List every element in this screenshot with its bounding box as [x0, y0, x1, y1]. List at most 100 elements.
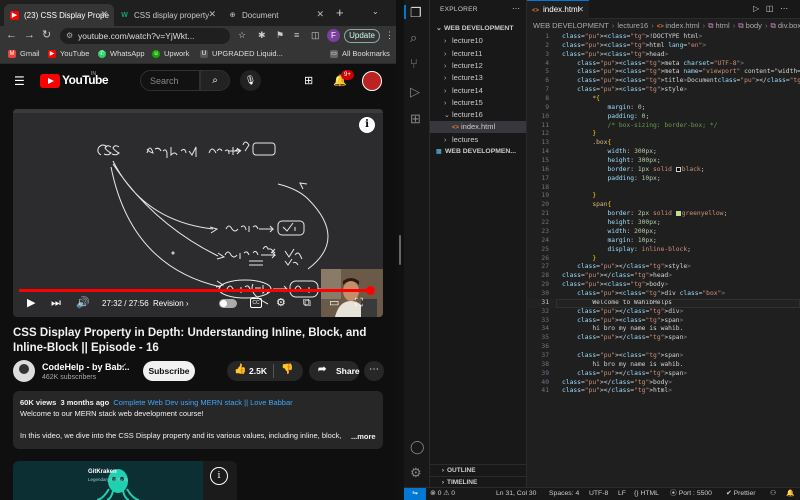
chevron-down-icon[interactable]: ⌄: [372, 7, 379, 16]
code-line[interactable]: 19 }: [527, 192, 800, 201]
cursor-position[interactable]: Ln 31, Col 30: [496, 488, 536, 500]
code-line[interactable]: 3 class="pu"><class="tg">head>: [527, 51, 800, 60]
search-input[interactable]: Search: [140, 70, 200, 91]
color-swatch[interactable]: [675, 166, 681, 172]
address-bar[interactable]: ⚙ youtube.com/watch?v=YjWkt...: [60, 28, 230, 44]
code-line[interactable]: 20 span{: [527, 201, 800, 210]
more-icon[interactable]: ⋯: [780, 4, 788, 13]
code-line[interactable]: 14 width: 300px;: [527, 148, 800, 157]
encoding[interactable]: UTF-8: [589, 488, 608, 500]
code-line[interactable]: 12 }: [527, 130, 800, 139]
extensions-icon[interactable]: ⊞: [410, 112, 421, 126]
reload-icon[interactable]: ↻: [42, 29, 51, 42]
menu-icon[interactable]: ☰: [14, 74, 25, 88]
chapter-title[interactable]: Revision ›: [153, 299, 189, 308]
tree-item[interactable]: › lectures: [430, 134, 526, 146]
extension-icon[interactable]: ⚑: [276, 30, 284, 41]
volume-icon[interactable]: 🔊: [76, 296, 90, 310]
code-line[interactable]: 29 class="pu"><class="tg">body>: [527, 281, 800, 290]
code-line[interactable]: 27 class="pu"></class="tg">style>: [527, 263, 800, 272]
miniplayer-icon[interactable]: ⧉: [303, 296, 311, 310]
code-line[interactable]: 7 class="pu"><class="tg">style>: [527, 86, 800, 95]
close-tab-icon[interactable]: ✕: [316, 9, 324, 20]
tree-item[interactable]: ▦ WEB DEVELOPMEN...: [430, 146, 526, 158]
code-line[interactable]: 2 class="pu"><class="tg">html lang="en">: [527, 42, 800, 51]
code-line[interactable]: 16 border: 1px solid black;: [527, 166, 800, 175]
account-icon[interactable]: ◯: [410, 440, 425, 454]
close-tab-icon[interactable]: ✕: [100, 9, 108, 20]
tree-item[interactable]: › lecture11: [430, 48, 526, 60]
autoplay-toggle[interactable]: [219, 299, 237, 308]
youtube-wordmark[interactable]: YouTube: [62, 73, 109, 87]
gear-icon[interactable]: ⚙: [410, 466, 422, 480]
close-tab-icon[interactable]: ✕: [208, 9, 216, 20]
code-line[interactable]: 25 display: inline-block;: [527, 246, 800, 255]
code-line[interactable]: 23 width: 200px;: [527, 228, 800, 237]
thumbs-up-icon[interactable]: 👍: [234, 364, 246, 375]
code-line[interactable]: 34 hi bro my name is wahib.: [527, 325, 800, 334]
description-box[interactable]: 60K views 3 months ago Complete Web Dev …: [13, 391, 383, 449]
youtube-logo-icon[interactable]: [40, 74, 60, 88]
breadcrumb-item[interactable]: div.box: [778, 21, 800, 30]
prettier[interactable]: ✔ Prettier: [726, 488, 756, 500]
run-icon[interactable]: ▷: [753, 4, 759, 13]
code-line[interactable]: 33 class="pu"><class="tg">span>: [527, 317, 800, 326]
tree-item[interactable]: ⌄ lecture16: [430, 109, 526, 121]
code-line[interactable]: 26 }: [527, 255, 800, 264]
tree-item[interactable]: › lecture13: [430, 72, 526, 84]
like-count[interactable]: 2.5K: [249, 366, 267, 376]
copilot-icon[interactable]: ⚇: [770, 488, 776, 500]
extensions-icon[interactable]: ✱: [258, 30, 266, 41]
close-icon[interactable]: ✕: [577, 1, 584, 19]
tab-w3schools[interactable]: W CSS display property ✕: [114, 4, 222, 26]
create-icon[interactable]: ⊞: [304, 74, 313, 87]
timeline-section[interactable]: › TIMELINE: [430, 476, 526, 487]
code-line[interactable]: 10 padding: 0;: [527, 113, 800, 122]
breadcrumb-item[interactable]: lecture16: [617, 21, 648, 30]
bookmark-whatsapp[interactable]: ✆ WhatsApp: [98, 49, 145, 58]
tree-item[interactable]: ⌄ WEB DEVELOPMENT: [430, 23, 526, 35]
bookmark-gmail[interactable]: M Gmail: [8, 49, 40, 58]
run-debug-icon[interactable]: ▷: [410, 85, 420, 99]
info-icon[interactable]: i: [210, 467, 228, 485]
code-line[interactable]: 6 class="pu"><class="tg">title>Documentc…: [527, 77, 800, 86]
code-line[interactable]: 8 *{: [527, 95, 800, 104]
update-button[interactable]: Update: [344, 29, 380, 43]
bookmark-upwork[interactable]: u Upwork: [152, 49, 189, 58]
problems-indicator[interactable]: ⊗ 0 ⚠ 0: [430, 488, 455, 500]
code-line[interactable]: 22 height: 300px;: [527, 219, 800, 228]
share-button[interactable]: ➦ Share: [309, 361, 360, 381]
source-control-icon[interactable]: ⑂: [410, 57, 418, 71]
thumbs-down-icon[interactable]: 👎: [281, 364, 293, 375]
tab-youtube[interactable]: ▶ (23) CSS Display Prope ✕: [4, 4, 114, 26]
code-line[interactable]: 40 class="pu"></class="tg">body>: [527, 379, 800, 388]
end-of-line[interactable]: LF: [618, 488, 626, 500]
window-divider[interactable]: [396, 0, 404, 500]
code-line[interactable]: 35 class="pu"></class="tg">span>: [527, 334, 800, 343]
more-actions-button[interactable]: ⋯: [364, 361, 384, 381]
code-line[interactable]: 9 margin: 0;: [527, 104, 800, 113]
channel-avatar[interactable]: [13, 360, 35, 382]
more-icon[interactable]: ⋯: [512, 4, 520, 13]
back-icon[interactable]: ←: [6, 29, 17, 42]
remote-icon[interactable]: ⇋: [404, 488, 426, 500]
tree-item[interactable]: › lecture15: [430, 97, 526, 109]
code-line[interactable]: 37 class="pu"><class="tg">span>: [527, 352, 800, 361]
breadcrumb-item[interactable]: WEB DEVELOPMENT: [533, 21, 609, 30]
side-panel-icon[interactable]: ◫: [311, 30, 320, 41]
microphone-icon[interactable]: 🎙: [240, 70, 261, 91]
breadcrumb-item[interactable]: body: [746, 21, 762, 30]
settings-icon[interactable]: ⚙: [276, 296, 286, 310]
next-icon[interactable]: ⏭: [51, 296, 61, 310]
outline-section[interactable]: › OUTLINE: [430, 464, 526, 476]
breadcrumb-item[interactable]: index.html: [665, 21, 699, 30]
info-icon[interactable]: i: [359, 117, 375, 133]
code-line[interactable]: 4 class="pu"><class="tg">meta charset="U…: [527, 60, 800, 69]
bookmark-youtube[interactable]: ▶ YouTube: [48, 49, 89, 58]
code-line[interactable]: 32 class="pu"></class="tg">div>: [527, 308, 800, 317]
theater-mode-icon[interactable]: ▭: [329, 296, 339, 310]
live-server[interactable]: ⦿ Port : 5500: [670, 488, 712, 500]
play-icon[interactable]: ▶: [27, 296, 35, 310]
profile-avatar[interactable]: F: [327, 29, 340, 42]
language-mode[interactable]: {} HTML: [634, 488, 659, 500]
